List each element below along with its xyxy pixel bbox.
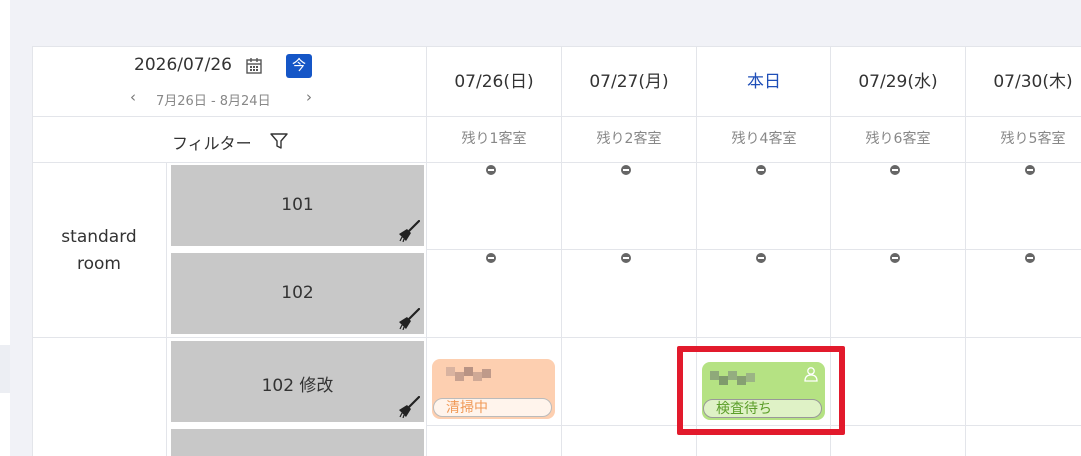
room-number: 101: [281, 195, 314, 215]
minus-icon[interactable]: [756, 253, 766, 263]
minus-icon[interactable]: [486, 253, 496, 263]
next-range-button[interactable]: ›: [306, 88, 312, 106]
grid-line: [32, 337, 1081, 338]
room-number: 102: [281, 283, 314, 303]
current-date[interactable]: 2026/07/26: [134, 55, 232, 75]
broom-icon[interactable]: [398, 308, 420, 330]
grid-line: [166, 162, 167, 456]
grid-line: [32, 162, 1081, 163]
minus-icon[interactable]: [890, 253, 900, 263]
highlight-box: [677, 346, 845, 435]
room-type-label: standard room: [61, 227, 137, 274]
minus-icon[interactable]: [621, 165, 631, 175]
rooms-remaining: 残り4客室: [731, 131, 797, 147]
date-navigator: 2026/07/26 今 ‹ 7月26日 - 8月24日 ›: [32, 46, 426, 116]
room-tile-101[interactable]: 101: [171, 165, 424, 246]
blurred-guest-name: [473, 372, 482, 381]
blurred-guest-name: [446, 367, 455, 376]
rooms-remaining: 残り5客室: [1000, 131, 1066, 147]
day-header: 07/30(木): [993, 72, 1073, 92]
booking-card-cleaning[interactable]: 清掃中: [432, 359, 555, 419]
blurred-guest-name: [482, 369, 491, 378]
day-header: 07/26(日): [454, 72, 534, 92]
grid-line: [426, 249, 1081, 250]
today-button[interactable]: 今: [286, 54, 312, 78]
sidebar-notch: [0, 345, 10, 393]
room-calendar-grid: 2026/07/26 今 ‹ 7月26日 - 8月24日 › フィルター 07/…: [32, 46, 1081, 456]
rooms-remaining: 残り1客室: [461, 131, 527, 147]
prev-range-button[interactable]: ‹: [130, 88, 136, 106]
calendar-icon[interactable]: [245, 57, 263, 75]
broom-icon[interactable]: [398, 220, 420, 242]
minus-icon[interactable]: [486, 165, 496, 175]
rooms-remaining: 残り2客室: [596, 131, 662, 147]
room-tile[interactable]: [171, 429, 424, 456]
room-tile-102[interactable]: 102: [171, 253, 424, 334]
blurred-guest-name: [455, 372, 464, 381]
date-range: 7月26日 - 8月24日: [156, 94, 271, 109]
minus-icon[interactable]: [756, 165, 766, 175]
minus-icon[interactable]: [1025, 165, 1035, 175]
broom-icon[interactable]: [398, 396, 420, 418]
rooms-remaining: 残り6客室: [865, 131, 931, 147]
filter-button[interactable]: フィルター: [172, 130, 252, 154]
left-sidebar-edge: [0, 0, 10, 456]
filter-icon[interactable]: [270, 132, 288, 150]
booking-status-badge: 清掃中: [433, 398, 552, 417]
day-header: 07/29(水): [858, 72, 938, 92]
room-tile-102-modified[interactable]: 102 修改: [171, 341, 424, 422]
room-number: 102 修改: [261, 376, 334, 396]
minus-icon[interactable]: [621, 253, 631, 263]
minus-icon[interactable]: [1025, 253, 1035, 263]
day-header: 07/27(月): [589, 72, 669, 92]
blurred-guest-name: [464, 367, 473, 376]
minus-icon[interactable]: [890, 165, 900, 175]
day-header-today: 本日: [747, 72, 781, 92]
